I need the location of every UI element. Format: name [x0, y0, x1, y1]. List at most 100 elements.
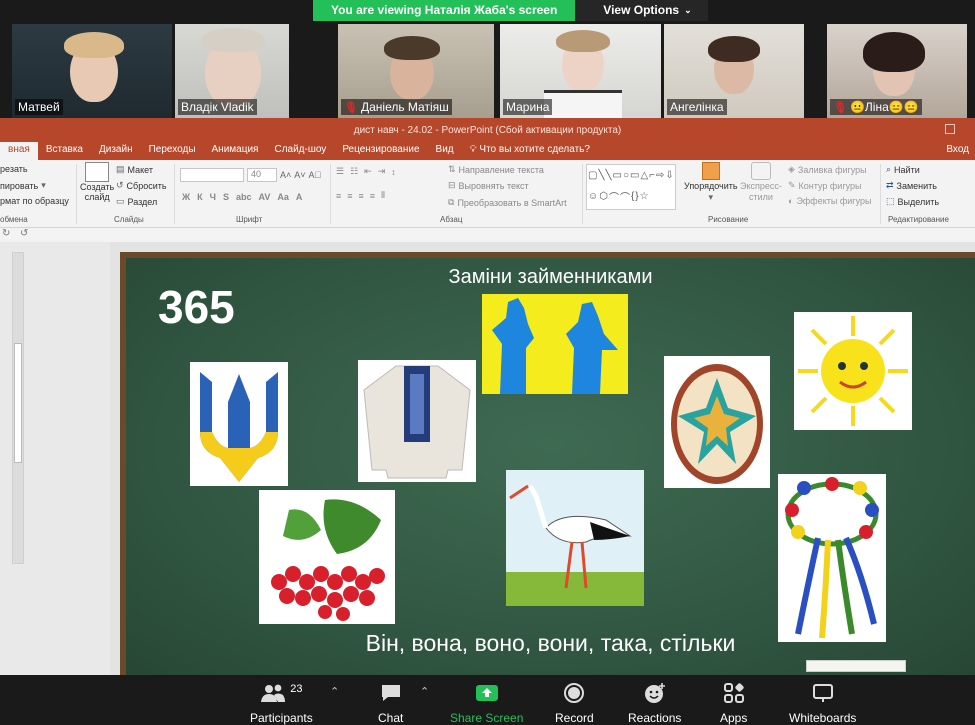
participants-button[interactable]: 23 Participants: [250, 681, 313, 725]
chevron-down-icon: ⌄: [684, 5, 692, 15]
line-spacing-icon[interactable]: ↕: [391, 167, 396, 177]
cut-button[interactable]: резать: [0, 164, 28, 174]
tab-home[interactable]: вная: [0, 141, 38, 160]
ribbon: резать пировать ▾ рмат по образцу обмена …: [0, 160, 975, 228]
shadow-icon[interactable]: abc: [236, 192, 252, 202]
shrink-font-icon[interactable]: A˅: [294, 170, 305, 180]
reactions-button[interactable]: Reactions: [628, 681, 681, 725]
shape-fill-button[interactable]: ◈ Заливка фигуры: [788, 164, 867, 175]
tab-review[interactable]: Рецензирование: [334, 143, 427, 160]
whiteboard-icon: [812, 684, 833, 702]
shape-effects-button[interactable]: ◐ Эффекты фигуры: [788, 196, 871, 206]
tab-insert[interactable]: Вставка: [38, 143, 91, 160]
font-size-dropdown[interactable]: 40: [247, 168, 277, 182]
grow-font-icon[interactable]: A˄: [280, 170, 291, 180]
tab-animation[interactable]: Анимация: [204, 143, 267, 160]
whiteboards-button[interactable]: Whiteboards: [789, 681, 856, 725]
new-slide-button[interactable]: Создать слайд: [80, 162, 114, 202]
arrange-button[interactable]: Упорядочить ▾: [684, 162, 738, 203]
effects-icon: ◐: [788, 196, 794, 206]
lightbulb-icon: 💡︎: [469, 144, 477, 155]
participant-name: 😐Ліна😑😑: [849, 100, 919, 114]
justify-icon[interactable]: ≡: [370, 191, 375, 201]
share-screen-icon: [475, 685, 498, 701]
slide-canvas[interactable]: Заміни займенниками 365 Він, вона, воно,…: [120, 252, 975, 675]
italic-button[interactable]: К: [197, 192, 203, 202]
tab-transitions[interactable]: Переходы: [141, 143, 204, 160]
shape-outline-button[interactable]: ✎ Контур фигуры: [788, 180, 861, 191]
format-painter-button[interactable]: рмат по образцу: [0, 196, 69, 206]
font-selectors: 40 A˄ A˅ A⃠: [180, 168, 321, 182]
view-options-button[interactable]: View Options ⌄: [575, 0, 708, 21]
scrollbar-thumb[interactable]: [14, 343, 22, 463]
case-icon[interactable]: Aa: [277, 192, 289, 202]
numbering-icon[interactable]: ☷: [350, 166, 358, 177]
trident-image: [190, 362, 288, 486]
video-tile[interactable]: Владік Vladik: [175, 24, 289, 118]
list-buttons: ☰ ☷ ⇤ ⇥ ↕: [336, 166, 396, 177]
outdent-icon[interactable]: ⇥: [378, 166, 386, 177]
share-screen-button[interactable]: Share Screen: [450, 681, 523, 725]
participants-options-caret[interactable]: ⌃: [330, 685, 339, 698]
columns-icon[interactable]: ⫴: [381, 190, 385, 201]
smartart-button[interactable]: ⧉ Преобразовать в SmartArt: [448, 197, 567, 208]
bold-button[interactable]: Ж: [182, 192, 190, 202]
spacing-icon[interactable]: AV: [259, 192, 271, 202]
align-left-icon[interactable]: ≡: [336, 191, 341, 201]
bullets-icon[interactable]: ☰: [336, 166, 344, 177]
font-color-icon[interactable]: A: [296, 192, 303, 202]
slide-title: Заміни займенниками: [448, 266, 653, 288]
video-tile[interactable]: Ангелінка: [664, 24, 804, 118]
thumbnail-scrollbar[interactable]: [12, 252, 24, 564]
replace-button[interactable]: ⇄ Заменить: [886, 180, 937, 191]
align-right-icon[interactable]: ≡: [359, 191, 364, 201]
arrange-icon: [701, 162, 720, 180]
slide-caption: Він, вона, воно, вони, така, стільки: [365, 630, 736, 656]
quick-styles-button[interactable]: Экспресс- стили: [740, 162, 782, 202]
sign-in-link[interactable]: Вход: [938, 143, 975, 160]
text-direction-button[interactable]: ⇅ Направление текста: [448, 164, 544, 175]
record-button[interactable]: Record: [555, 681, 594, 725]
group-label-clipboard: обмена: [0, 215, 28, 224]
chevron-down-icon: ▾: [41, 180, 46, 190]
shapes-gallery[interactable]: ▢ ╲ ╲ ▭ ○ ▭ △ ⌐ ⇨ ⇩ ☺ ⬡ ⌒ ⌒{} ☆: [586, 164, 676, 210]
apps-button[interactable]: Apps: [720, 681, 747, 725]
tab-view[interactable]: Вид: [428, 143, 462, 160]
video-tile[interactable]: Матвей: [12, 24, 172, 118]
participant-name: Даніель Матіяш: [360, 100, 449, 114]
reset-button[interactable]: ↺ Сбросить: [116, 180, 167, 191]
underline-button[interactable]: Ч: [210, 192, 216, 202]
restore-icon[interactable]: [945, 124, 955, 134]
group-label-font: Шрифт: [236, 215, 263, 224]
clear-format-icon[interactable]: A⃠: [309, 170, 322, 180]
search-icon: ⌕: [886, 164, 892, 174]
video-tile[interactable]: 🎙︎ Даніель Матіяш: [338, 24, 494, 118]
copy-button[interactable]: пировать ▾: [0, 180, 46, 191]
tab-slideshow[interactable]: Слайд-шоу: [266, 143, 334, 160]
video-tile[interactable]: Марина: [500, 24, 661, 118]
tell-me-search[interactable]: 💡︎ Что вы хотите сделать?: [462, 143, 598, 160]
chat-button[interactable]: Chat: [378, 681, 403, 725]
layout-button[interactable]: ▤ Макет: [116, 164, 153, 175]
smartart-icon: ⧉: [448, 197, 455, 207]
viewing-notice: You are viewing Наталія Жаба's screen: [313, 0, 576, 21]
select-icon: ⬚: [886, 196, 895, 206]
text-direction-icon: ⇅: [448, 164, 456, 174]
video-tile[interactable]: 🎙︎ 😐Ліна😑😑: [827, 24, 967, 118]
find-button[interactable]: ⌕ Найти: [886, 164, 920, 175]
viburnum-image: [259, 490, 395, 624]
screen-share-banner: You are viewing Наталія Жаба's screen Vi…: [313, 0, 708, 21]
section-button[interactable]: ▭ Раздел: [116, 196, 157, 207]
redo-icon[interactable]: ↻: [2, 228, 10, 239]
tab-design[interactable]: Дизайн: [91, 143, 141, 160]
select-button[interactable]: ⬚ Выделить: [886, 196, 939, 207]
embroidered-shirt-image: [358, 360, 476, 482]
align-text-button[interactable]: ⊟ Выровнять текст: [448, 180, 529, 191]
font-name-dropdown[interactable]: [180, 168, 244, 182]
strike-button[interactable]: S: [223, 192, 229, 202]
undo-icon[interactable]: ↺: [20, 228, 28, 239]
chat-options-caret[interactable]: ⌃: [420, 685, 429, 698]
indent-icon[interactable]: ⇤: [364, 166, 372, 177]
align-center-icon[interactable]: ≡: [347, 191, 352, 201]
new-slide-icon: [85, 162, 110, 182]
